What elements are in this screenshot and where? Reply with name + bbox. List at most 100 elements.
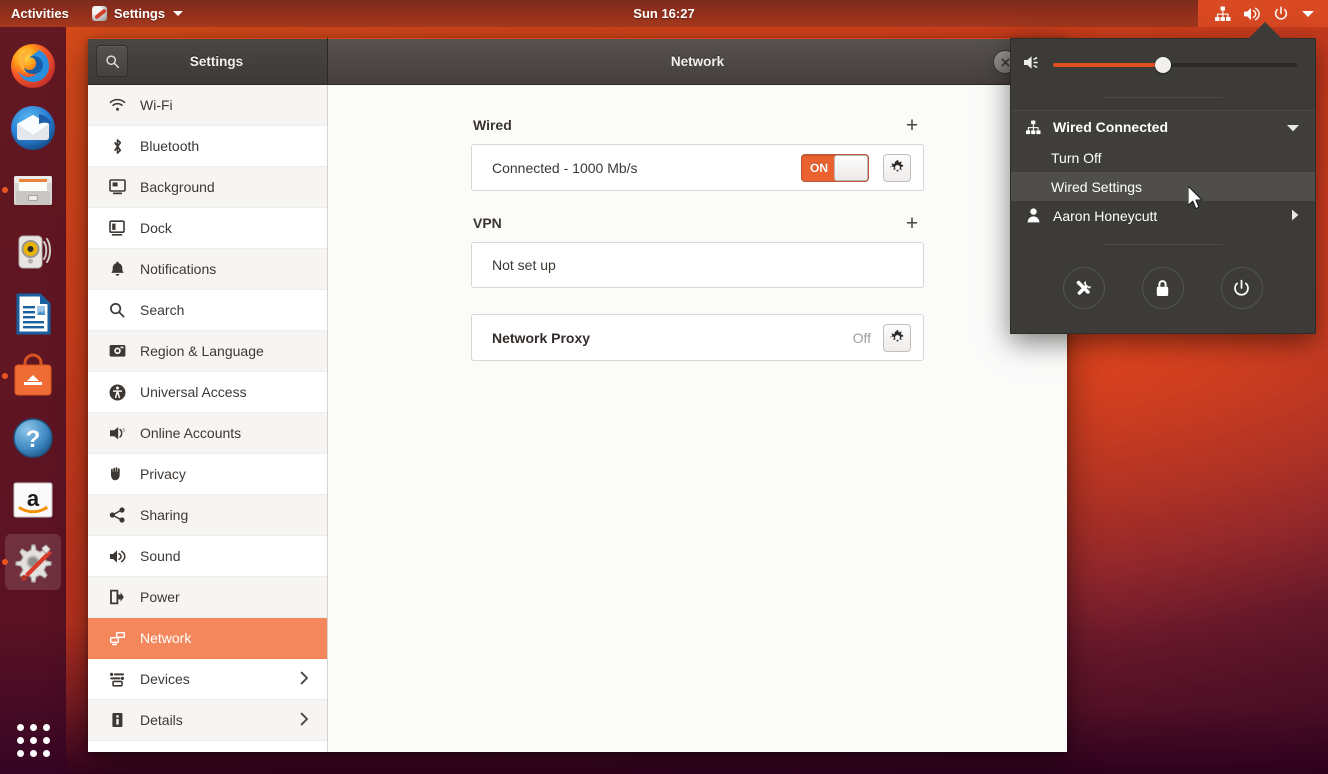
ubuntu-software-icon bbox=[9, 352, 57, 400]
sidebar-item-privacy[interactable]: Privacy bbox=[88, 454, 327, 495]
settings-button[interactable] bbox=[1063, 267, 1105, 309]
info-icon bbox=[108, 712, 126, 728]
vpn-section: VPN + Not set up bbox=[471, 213, 924, 288]
sidebar-item-label: Sharing bbox=[140, 507, 188, 523]
dock-item-rhythmbox[interactable] bbox=[0, 221, 66, 283]
menu-item-label: Turn Off bbox=[1051, 150, 1102, 166]
settings-app-icon bbox=[92, 6, 107, 21]
sidebar-item-dock[interactable]: Dock bbox=[88, 208, 327, 249]
search-button[interactable] bbox=[96, 45, 128, 77]
online-accounts-icon: s bbox=[108, 426, 126, 441]
sidebar-item-sharing[interactable]: Sharing bbox=[88, 495, 327, 536]
sidebar-item-label: Universal Access bbox=[140, 384, 247, 400]
sidebar-item-search[interactable]: Search bbox=[88, 290, 327, 331]
sidebar-item-notifications[interactable]: Notifications bbox=[88, 249, 327, 290]
clock-button[interactable]: Sun 16:27 bbox=[0, 6, 1328, 21]
sidebar-item-details[interactable]: Details bbox=[88, 700, 327, 741]
vpn-row[interactable]: Not set up bbox=[472, 243, 923, 287]
power-icon bbox=[1232, 279, 1251, 298]
sidebar-item-devices[interactable]: Devices bbox=[88, 659, 327, 700]
dock-item-firefox[interactable] bbox=[0, 35, 66, 97]
activities-label: Activities bbox=[11, 0, 69, 27]
volume-slider-row[interactable] bbox=[1011, 39, 1315, 91]
sidebar-item-sound[interactable]: Sound bbox=[88, 536, 327, 577]
chevron-right-icon bbox=[300, 712, 309, 729]
add-vpn-button[interactable]: + bbox=[902, 213, 922, 233]
sidebar-item-online-accounts[interactable]: s Online Accounts bbox=[88, 413, 327, 454]
power-plug-icon bbox=[108, 589, 126, 605]
dock-item-files[interactable] bbox=[0, 159, 66, 221]
dock: ? a bbox=[0, 27, 66, 774]
volume-slider-thumb[interactable] bbox=[1155, 57, 1171, 73]
close-icon bbox=[1001, 58, 1010, 67]
network-proxy-row[interactable]: Network Proxy Off bbox=[472, 315, 923, 360]
sidebar-item-label: Bluetooth bbox=[140, 138, 199, 154]
user-menu-item[interactable]: Aaron Honeycutt bbox=[1011, 201, 1315, 230]
sidebar-item-region-language[interactable]: Region & Language bbox=[88, 331, 327, 372]
user-icon bbox=[1025, 208, 1041, 223]
network-wired-settings-item[interactable]: Wired Settings bbox=[1011, 172, 1315, 201]
sidebar-item-bluetooth[interactable]: Bluetooth bbox=[88, 126, 327, 167]
network-wired-icon[interactable] bbox=[1208, 6, 1237, 22]
amazon-icon: a bbox=[9, 476, 57, 524]
universal-access-icon bbox=[108, 384, 126, 401]
files-icon bbox=[9, 166, 57, 214]
sidebar-item-label: Search bbox=[140, 302, 184, 318]
settings-window: Settings Network Wi-Fi bbox=[88, 38, 1067, 752]
chevron-down-icon bbox=[173, 11, 183, 16]
switch-state-label: ON bbox=[802, 161, 836, 175]
wired-section: Wired + Connected - 1000 Mb/s ON bbox=[471, 115, 924, 191]
add-wired-connection-button[interactable]: + bbox=[902, 115, 922, 135]
power-icon[interactable] bbox=[1267, 6, 1295, 22]
lock-button[interactable] bbox=[1142, 267, 1184, 309]
chevron-right-icon[interactable] bbox=[1291, 208, 1299, 224]
dock-item-libreoffice-writer[interactable] bbox=[0, 283, 66, 345]
sidebar-item-label: Notifications bbox=[140, 261, 216, 277]
volume-slider[interactable] bbox=[1053, 63, 1297, 67]
activities-button[interactable]: Activities bbox=[0, 0, 83, 27]
system-menu-actions bbox=[1011, 253, 1315, 309]
tools-icon bbox=[1074, 278, 1094, 298]
sidebar-item-background[interactable]: Background bbox=[88, 167, 327, 208]
dock-item-settings[interactable] bbox=[0, 531, 66, 593]
show-applications-button[interactable] bbox=[0, 712, 66, 768]
sidebar-item-network[interactable]: Network bbox=[88, 618, 327, 659]
window-headerbar: Settings Network bbox=[88, 38, 1067, 85]
wired-connected-label: Wired Connected bbox=[1053, 119, 1168, 135]
wired-toggle-switch[interactable]: ON bbox=[801, 154, 869, 182]
vpn-card: Not set up bbox=[471, 242, 924, 288]
chevron-down-icon[interactable] bbox=[1287, 119, 1299, 135]
sidebar-item-wifi[interactable]: Wi-Fi bbox=[88, 85, 327, 126]
wired-section-header: Wired + bbox=[471, 115, 924, 144]
sidebar-item-universal-access[interactable]: Universal Access bbox=[88, 372, 327, 413]
sidebar-item-label: Devices bbox=[140, 671, 190, 687]
sound-icon bbox=[108, 549, 126, 564]
sidebar-item-power[interactable]: Power bbox=[88, 577, 327, 618]
volume-icon[interactable] bbox=[1237, 6, 1267, 22]
network-proxy-state: Off bbox=[853, 330, 871, 346]
dock-item-ubuntu-software[interactable] bbox=[0, 345, 66, 407]
dock-icon bbox=[108, 220, 126, 236]
headerbar-sidebar-part: Settings bbox=[88, 38, 328, 85]
wired-connected-row[interactable]: Wired Connected bbox=[1011, 111, 1315, 143]
network-proxy-gear-button[interactable] bbox=[883, 324, 911, 352]
section-title: Wired bbox=[473, 117, 512, 133]
dock-item-amazon[interactable]: a bbox=[0, 469, 66, 531]
sidebar-item-label: Power bbox=[140, 589, 180, 605]
sidebar-item-label: Sound bbox=[140, 548, 180, 564]
network-turn-off-item[interactable]: Turn Off bbox=[1011, 143, 1315, 172]
wired-settings-gear-button[interactable] bbox=[883, 154, 911, 182]
power-button[interactable] bbox=[1221, 267, 1263, 309]
dock-item-help[interactable]: ? bbox=[0, 407, 66, 469]
search-icon bbox=[108, 302, 126, 318]
sidebar-item-label: Wi-Fi bbox=[140, 97, 173, 113]
menu-divider bbox=[1103, 97, 1223, 98]
svg-text:?: ? bbox=[26, 426, 41, 453]
system-menu-chevron-icon[interactable] bbox=[1295, 11, 1320, 17]
wired-connection-row[interactable]: Connected - 1000 Mb/s ON bbox=[472, 145, 923, 190]
lock-icon bbox=[1154, 279, 1171, 298]
dock-item-thunderbird[interactable] bbox=[0, 97, 66, 159]
volume-icon[interactable] bbox=[1023, 54, 1042, 76]
app-menu-button[interactable]: Settings bbox=[83, 0, 192, 27]
sidebar-item-label: Privacy bbox=[140, 466, 186, 482]
